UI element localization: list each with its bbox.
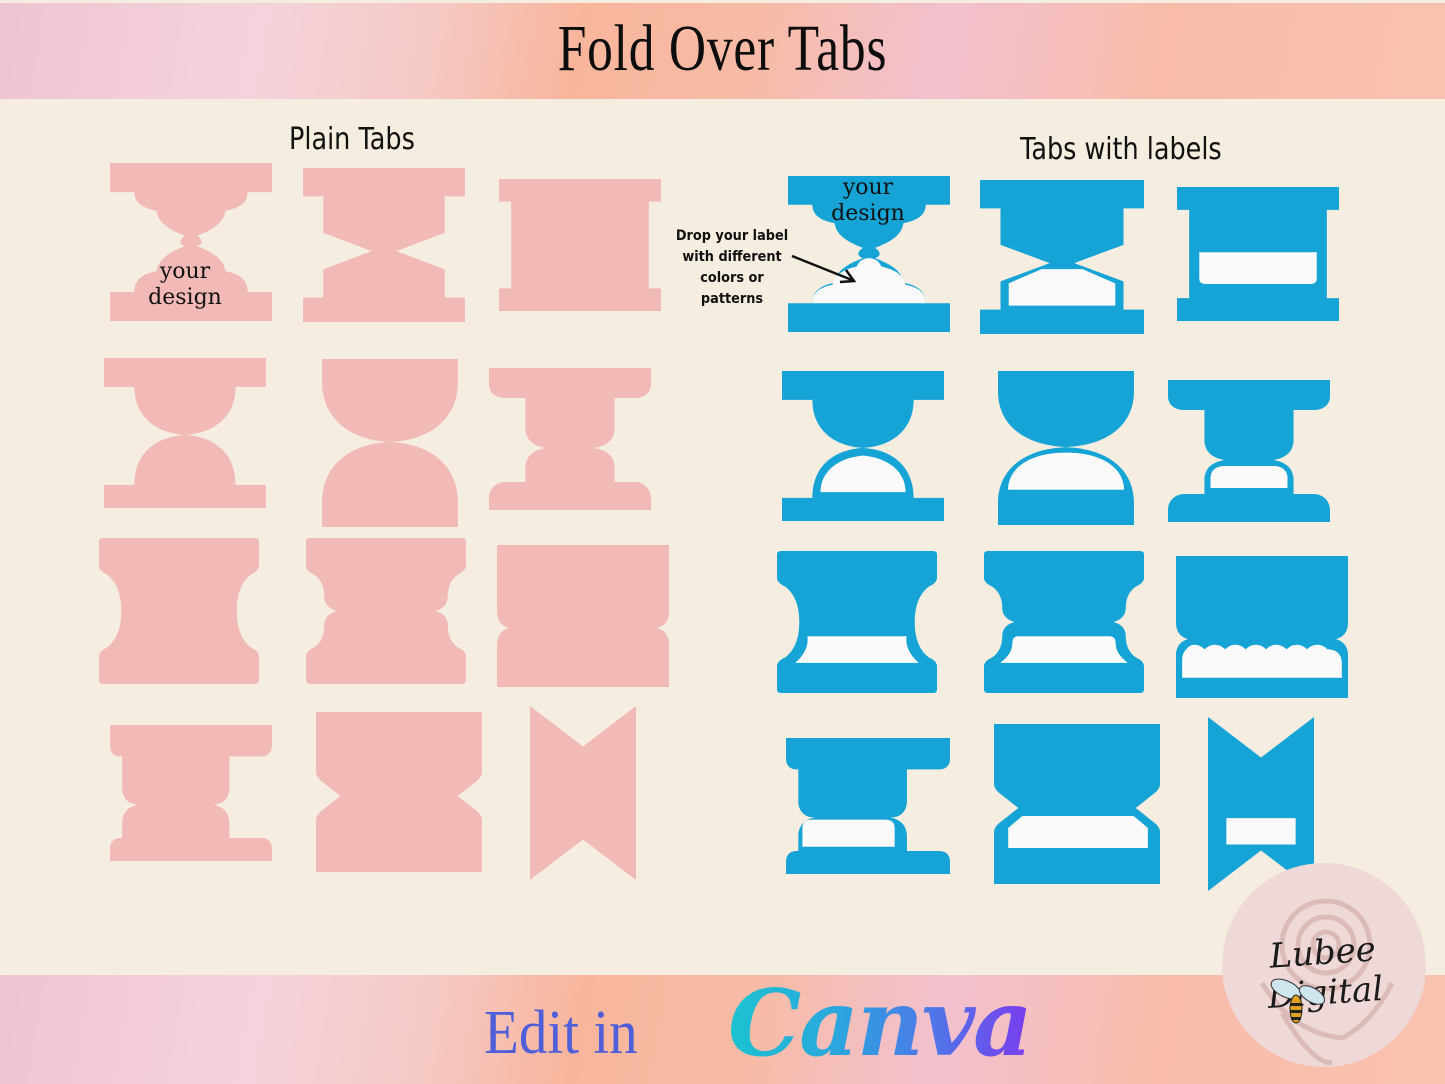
labeled-sample-text: your design: [822, 175, 914, 227]
labeled-tab-round-shoulder-hourglass-label: [782, 371, 944, 521]
label-area[interactable]: [1210, 466, 1288, 488]
label-area[interactable]: [1199, 252, 1317, 284]
brand-logo: Lubee Digital: [1222, 863, 1426, 1067]
label-area[interactable]: [795, 636, 919, 663]
plain-tab-scalloped-seam: [497, 545, 669, 687]
labeled-tab-v-notch-sides-label: [994, 724, 1160, 884]
plain-tab-wavy-sides: [306, 538, 466, 684]
labeled-tab-straight-notch-label: [1177, 187, 1339, 321]
sample-text-line1: your: [159, 259, 211, 284]
plain-tab-round-shoulder-hourglass: [104, 358, 266, 508]
annotation-line: with different: [682, 249, 782, 265]
tab-body: [306, 538, 466, 684]
annotation-line: Drop your label: [675, 228, 789, 244]
labeled-tab-scalloped-seam-label: [1176, 556, 1348, 698]
plain-tab-rounded-step: [489, 368, 651, 510]
tab-body: [104, 358, 266, 508]
labeled-tab-rounded-step-label: [1168, 380, 1330, 522]
tab-body: [786, 738, 950, 874]
labeled-tabs-title: Tabs with labels: [1020, 132, 1222, 167]
label-annotation: Drop your label with different colors or…: [668, 226, 797, 310]
bee-icon: [1270, 978, 1326, 1024]
annotation-arrow-icon: [791, 254, 857, 284]
tab-body: [497, 545, 669, 687]
tab-body: [303, 168, 465, 322]
labeled-tab-offset-step-label: [786, 738, 950, 874]
labeled-tab-wavy-sides-label: [984, 551, 1144, 693]
tab-body: [110, 725, 272, 861]
plain-tab-straight-notch: [499, 179, 661, 311]
plain-tab-concave-sides: [99, 538, 259, 684]
plain-tabs-title: Plain Tabs: [289, 122, 415, 157]
edit-in-label: Edit in: [484, 999, 638, 1067]
label-area[interactable]: [1226, 818, 1296, 845]
tab-body: [984, 551, 1144, 693]
tab-body: [998, 371, 1134, 525]
annotation-line: colors or patterns: [700, 270, 764, 307]
tab-body: [1168, 380, 1330, 522]
plain-tab-angled-hourglass: [303, 168, 465, 322]
plain-tab-semicircle-hourglass: [322, 359, 458, 527]
tab-body: [782, 371, 944, 521]
plain-tab-v-notch-sides: [316, 712, 482, 872]
tab-body: [980, 180, 1144, 334]
tab-body: [316, 712, 482, 872]
labeled-tab-angled-hourglass-label: [980, 180, 1144, 334]
header-banner: Fold Over Tabs: [0, 3, 1445, 99]
sample-text-line1: your: [842, 175, 894, 200]
tab-body: [489, 368, 651, 510]
plain-tab-ribbon: [530, 706, 636, 880]
plain-tab-offset-step: [110, 725, 272, 861]
tab-body: [499, 179, 661, 311]
label-area[interactable]: [1008, 816, 1148, 848]
canva-brand: Canva: [728, 969, 1033, 1077]
page-title: Fold Over Tabs: [557, 12, 888, 85]
sample-text-line2: design: [831, 201, 905, 226]
labeled-tab-concave-sides-label: [777, 551, 937, 693]
tab-body: [777, 551, 937, 693]
tab-body: [322, 359, 458, 527]
labeled-tab-semicircle-hourglass-label: [998, 371, 1134, 525]
tab-body: [994, 724, 1160, 884]
sample-text-line2: design: [148, 285, 222, 310]
tab-body: [530, 706, 636, 880]
label-area[interactable]: [1000, 636, 1128, 663]
plain-sample-text: your design: [140, 259, 230, 311]
label-area[interactable]: [802, 819, 895, 847]
tab-body: [99, 538, 259, 684]
label-area[interactable]: [1182, 644, 1342, 678]
